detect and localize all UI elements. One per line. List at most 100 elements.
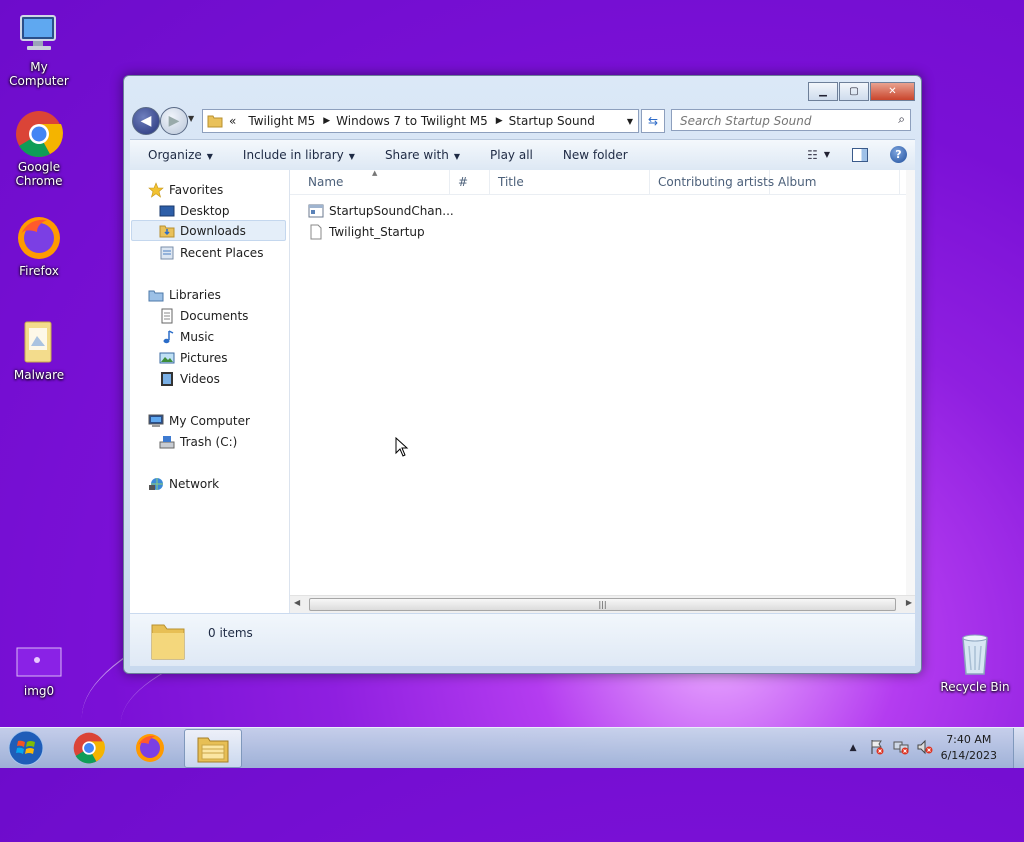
share-with-menu[interactable]: Share with ▼ xyxy=(385,148,460,162)
show-desktop-button[interactable] xyxy=(1013,728,1024,768)
breadcrumb-item[interactable]: Windows 7 to Twilight M5 xyxy=(336,114,488,128)
music-icon xyxy=(159,329,175,345)
recent-pages-dropdown[interactable]: ▼ xyxy=(188,114,194,123)
nav-label: Videos xyxy=(180,371,220,386)
nav-downloads[interactable]: Downloads xyxy=(131,220,286,241)
details-pane: 0 items xyxy=(130,614,915,666)
scroll-right-icon[interactable]: ▶ xyxy=(906,598,912,607)
nav-pictures[interactable]: Pictures xyxy=(159,347,228,368)
column-label: Title xyxy=(498,175,524,189)
nav-trash-drive[interactable]: Trash (C:) xyxy=(159,431,237,452)
network-icon xyxy=(148,476,164,492)
close-button[interactable]: ✕ xyxy=(870,82,915,101)
volume-muted-icon[interactable] xyxy=(917,739,933,758)
horizontal-scrollbar[interactable]: ◀ ||| ▶ xyxy=(290,595,915,613)
nav-label: Recent Places xyxy=(180,245,264,260)
nav-desktop[interactable]: Desktop xyxy=(159,200,230,221)
nav-label: Music xyxy=(180,329,215,344)
desktop-icon-img0[interactable]: img0 xyxy=(1,646,77,698)
change-view-button[interactable]: ☷ xyxy=(807,148,818,162)
nav-documents[interactable]: Documents xyxy=(159,305,248,326)
forward-button[interactable]: ▶ xyxy=(160,107,188,135)
nav-my-computer[interactable]: My Computer xyxy=(148,410,250,431)
scroll-thumb[interactable]: ||| xyxy=(309,598,896,611)
taskbar-explorer[interactable] xyxy=(184,729,242,768)
network-status-icon[interactable] xyxy=(893,739,909,758)
windows-logo-icon xyxy=(8,730,44,765)
folder-large-icon xyxy=(148,619,188,661)
chrome-icon xyxy=(73,732,105,763)
file-name: StartupSoundChan... xyxy=(329,204,454,218)
column-title[interactable]: Title xyxy=(490,170,650,194)
organize-menu[interactable]: Organize ▼ xyxy=(148,148,213,162)
search-icon[interactable]: ⌕ xyxy=(898,112,905,127)
column-contributing-artists[interactable]: Contributing artists xyxy=(650,170,774,194)
action-center-icon[interactable] xyxy=(869,739,885,758)
arrow-left-icon: ◀ xyxy=(140,113,152,129)
new-folder-button[interactable]: New folder xyxy=(563,148,628,162)
mouse-cursor-icon xyxy=(395,436,409,457)
desktop-icon-malware[interactable]: Malware xyxy=(1,318,77,382)
chevron-down-icon: ▼ xyxy=(348,152,355,161)
desktop-icon-google-chrome[interactable]: Google Chrome xyxy=(1,110,77,188)
taskbar-firefox[interactable] xyxy=(122,729,178,766)
minimize-button[interactable]: ▁ xyxy=(808,82,838,101)
column-album[interactable]: Album xyxy=(770,170,900,194)
back-button[interactable]: ◀ xyxy=(132,107,160,135)
chevron-down-icon: ▼ xyxy=(823,150,830,159)
help-button[interactable]: ? xyxy=(890,146,907,163)
start-button[interactable] xyxy=(0,729,52,766)
breadcrumb-separator-icon[interactable]: ▶ xyxy=(496,116,503,126)
play-all-button[interactable]: Play all xyxy=(490,148,533,162)
chevron-down-icon: ▼ xyxy=(453,152,460,161)
explorer-window[interactable]: ▁ ▢ ✕ ◀ ▶ ▼ « Twilight M5 ▶ Windows 7 to… xyxy=(123,75,922,674)
refresh-button[interactable]: ⇆ xyxy=(641,109,665,133)
scroll-left-icon[interactable]: ◀ xyxy=(294,598,300,607)
desktop-icon-label: Recycle Bin xyxy=(940,680,1010,694)
desktop-icon-recycle-bin[interactable]: Recycle Bin xyxy=(937,630,1013,694)
organize-label: Organize xyxy=(148,148,202,162)
navigation-bar: ◀ ▶ ▼ « Twilight M5 ▶ Windows 7 to Twili… xyxy=(130,106,915,135)
chevron-up-icon: ▲ xyxy=(849,743,857,753)
address-bar[interactable]: « Twilight M5 ▶ Windows 7 to Twilight M5… xyxy=(202,109,639,133)
search-input[interactable] xyxy=(678,111,892,131)
firefox-icon xyxy=(15,214,63,262)
address-dropdown-icon[interactable]: ▼ xyxy=(627,117,633,126)
taskbar-chrome[interactable] xyxy=(61,729,117,766)
nav-recent-places[interactable]: Recent Places xyxy=(159,242,263,263)
nav-videos[interactable]: Videos xyxy=(159,368,220,389)
column-number[interactable]: # xyxy=(450,170,490,194)
view-dropdown-button[interactable]: ▼ xyxy=(824,150,830,159)
desktop-icon-firefox[interactable]: Firefox xyxy=(1,214,77,278)
nav-libraries[interactable]: Libraries xyxy=(148,284,221,305)
column-label: Album xyxy=(778,175,817,189)
preview-pane-button[interactable] xyxy=(852,147,868,162)
drive-icon xyxy=(159,434,175,450)
search-box[interactable]: ⌕ xyxy=(671,109,911,131)
breadcrumb-item[interactable]: Startup Sound xyxy=(509,114,595,128)
desktop-icon-my-computer[interactable]: My Computer xyxy=(1,10,77,88)
breadcrumb-overflow[interactable]: « xyxy=(229,114,236,128)
explorer-content: Favorites Desktop Downloads Recent Place… xyxy=(130,169,915,613)
desktop-icon-label: Malware xyxy=(13,368,65,382)
system-tray: ▲ 7:40 AM 6/14/2023 xyxy=(850,728,1024,768)
breadcrumb-separator-icon[interactable]: ▶ xyxy=(323,116,330,126)
item-count: 0 items xyxy=(208,626,253,640)
chevron-down-icon: ▼ xyxy=(206,152,213,161)
computer-icon xyxy=(148,413,164,429)
include-in-library-menu[interactable]: Include in library ▼ xyxy=(243,148,355,162)
clock[interactable]: 7:40 AM 6/14/2023 xyxy=(941,732,997,764)
nav-network[interactable]: Network xyxy=(148,473,219,494)
show-hidden-icons-button[interactable]: ▲ xyxy=(850,743,857,753)
nav-favorites[interactable]: Favorites xyxy=(148,179,223,200)
recycle-bin-icon xyxy=(951,630,999,678)
nav-music[interactable]: Music xyxy=(159,326,214,347)
computer-icon xyxy=(15,10,63,58)
breadcrumb-item[interactable]: Twilight M5 xyxy=(248,114,315,128)
maximize-button[interactable]: ▢ xyxy=(839,82,869,101)
file-row[interactable]: Twilight_Startup xyxy=(308,222,425,242)
vertical-scrollbar[interactable] xyxy=(906,170,915,596)
column-label: # xyxy=(458,175,469,189)
column-name[interactable]: Name ▲ xyxy=(290,169,450,194)
file-row[interactable]: StartupSoundChan... xyxy=(308,201,454,221)
